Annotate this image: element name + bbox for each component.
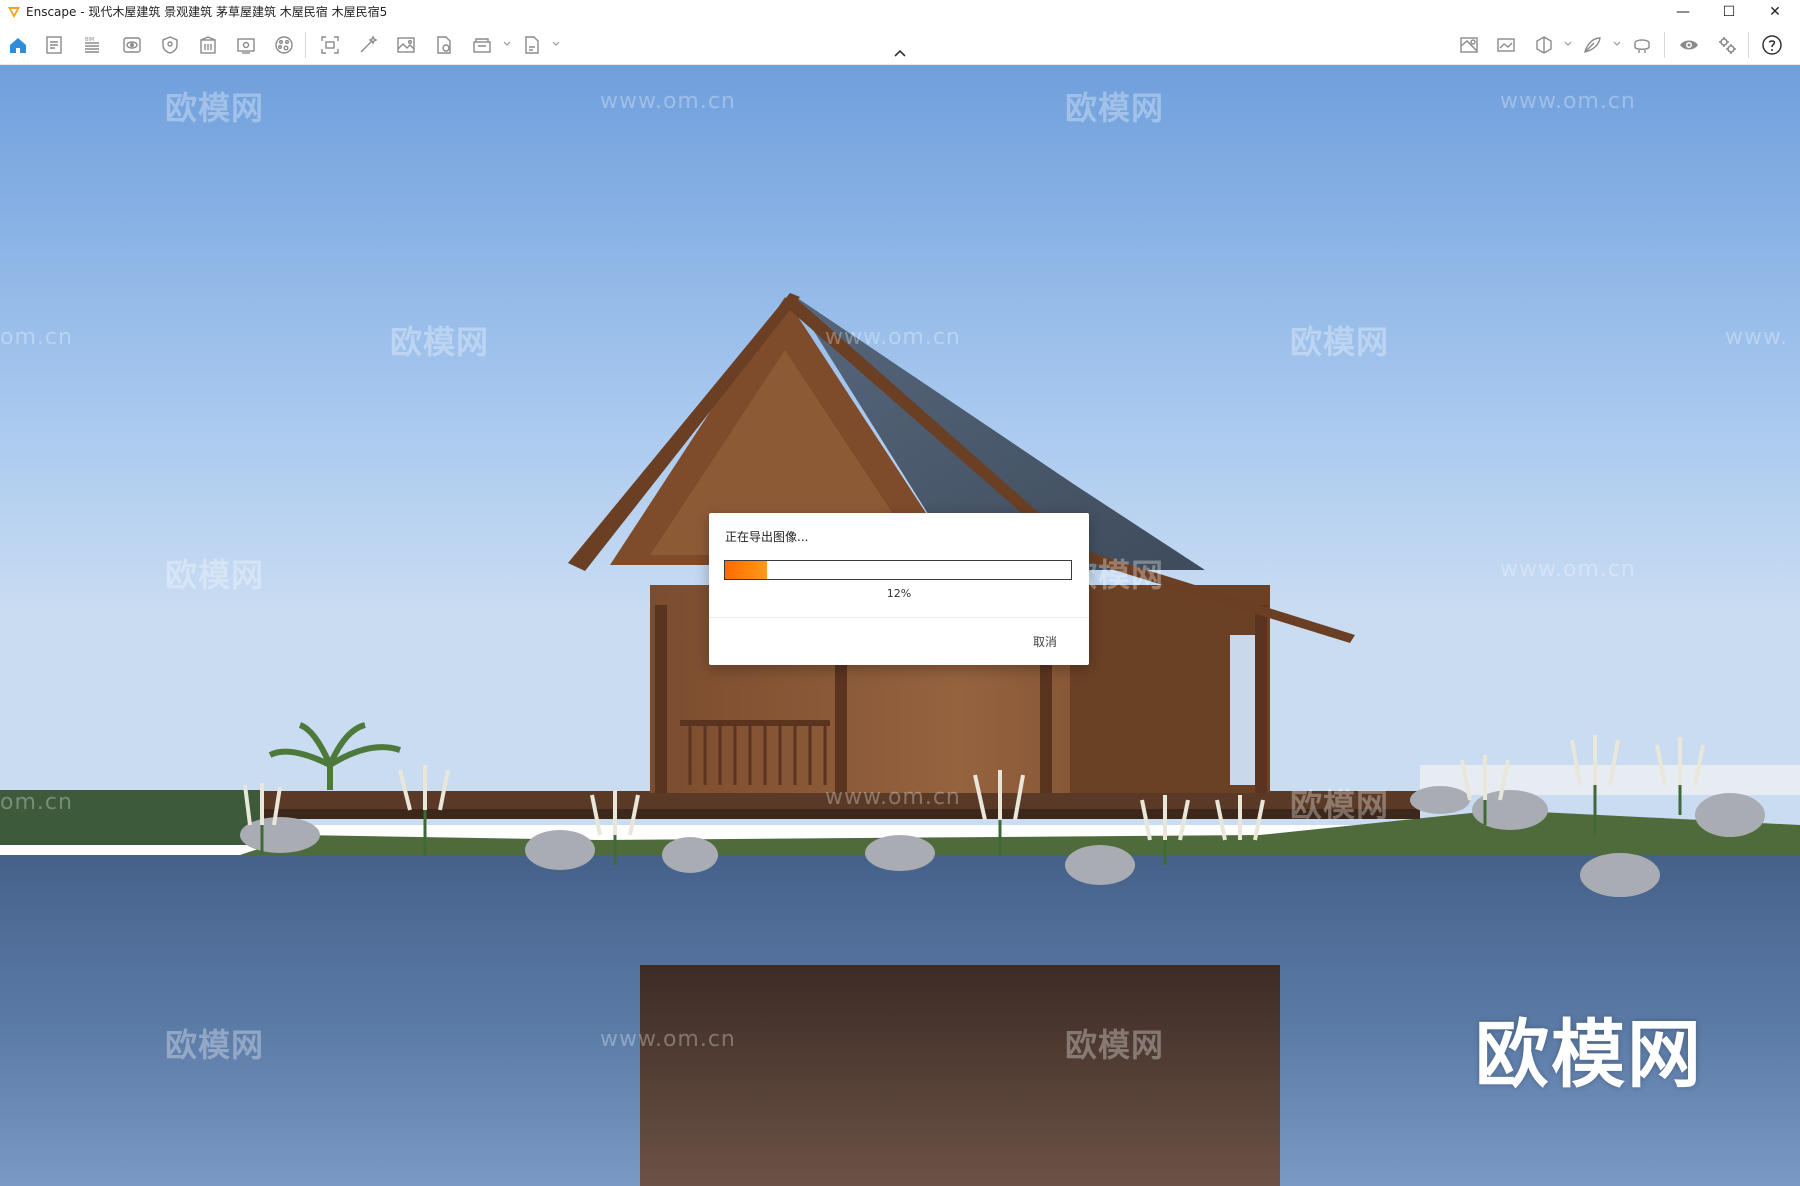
image-icon — [397, 37, 415, 53]
eye-view-icon — [123, 37, 141, 53]
document-icon — [46, 36, 62, 54]
watermark: 欧模网 — [1290, 323, 1390, 361]
bim-icon: BIM — [85, 37, 99, 53]
watermark: 欧模网 — [1290, 786, 1390, 824]
landscape-button[interactable] — [1494, 33, 1518, 57]
help-button[interactable] — [1760, 33, 1784, 57]
feather-icon — [1584, 37, 1601, 53]
watermark: 欧模网 — [165, 1026, 265, 1064]
close-button[interactable]: ✕ — [1752, 0, 1798, 24]
toolbar-divider — [305, 32, 306, 58]
image-button[interactable] — [394, 33, 418, 57]
home-icon — [10, 38, 26, 53]
building-button[interactable] — [196, 33, 220, 57]
feather-button[interactable] — [1580, 33, 1604, 57]
eye-view-button[interactable] — [120, 33, 144, 57]
title-bar: Enscape - 现代木屋建筑 景观建筑 茅草屋建筑 木屋民宿 木屋民宿5 —… — [0, 0, 1800, 24]
export-status-message: 正在导出图像... — [725, 530, 809, 544]
progress-percent-label: 12% — [886, 587, 912, 600]
watermark-url: www.om.cn — [825, 785, 961, 810]
batch-render-icon — [473, 38, 491, 53]
help-icon — [1762, 35, 1782, 55]
settings-button[interactable] — [1715, 33, 1739, 57]
landscape-icon — [1497, 38, 1515, 52]
chevron-down-icon[interactable] — [502, 38, 512, 50]
screenshot-icon — [321, 36, 339, 54]
shield-button[interactable] — [158, 33, 182, 57]
enscape-logo-icon — [8, 7, 20, 18]
palette-button[interactable] — [272, 33, 296, 57]
export-file-button[interactable] — [432, 33, 456, 57]
vr-headset-icon — [1634, 39, 1650, 53]
watermark-url: www.om.cn — [600, 89, 736, 114]
progress-fill — [725, 561, 767, 579]
watermark-url: www. — [1725, 325, 1788, 350]
magic-wand-button[interactable] — [356, 33, 380, 57]
svg-text:BIM: BIM — [85, 37, 94, 43]
map-photo-icon — [1460, 37, 1478, 53]
shield-icon — [162, 36, 178, 54]
watermark: 欧模网 — [1065, 1026, 1165, 1064]
watermark-url: www.om.cn — [1500, 557, 1636, 582]
toolbar-divider — [1748, 32, 1749, 58]
close-icon: ✕ — [1769, 4, 1781, 20]
export-progress-dialog: 正在导出图像... 12% 取消 — [709, 513, 1089, 665]
watermark-url: www.om.cn — [600, 1027, 736, 1052]
toolbar-divider — [1664, 32, 1665, 58]
export-document-icon — [525, 36, 539, 54]
screenshot-button[interactable] — [318, 33, 342, 57]
export-progress-bar — [724, 560, 1072, 580]
settings-icon — [1719, 37, 1736, 54]
bim-button[interactable]: BIM — [80, 33, 104, 57]
watermark-url: om.cn — [0, 790, 73, 815]
home-button[interactable] — [6, 33, 30, 57]
dialog-divider — [709, 617, 1089, 618]
export-file-icon — [437, 36, 451, 54]
minimize-icon: — — [1676, 4, 1690, 20]
brand-logo-watermark: 欧模网 — [1475, 1012, 1703, 1098]
minimize-button[interactable]: — — [1660, 0, 1706, 24]
maximize-button[interactable]: ☐ — [1706, 0, 1752, 24]
visibility-icon — [1680, 40, 1698, 50]
batch-render-button[interactable] — [470, 33, 494, 57]
cube-button[interactable] — [1532, 33, 1556, 57]
watermark: 欧模网 — [165, 556, 265, 594]
maximize-icon: ☐ — [1722, 4, 1736, 20]
magic-wand-icon — [360, 35, 378, 53]
chevron-down-icon[interactable] — [1612, 38, 1622, 50]
watermark: 欧模网 — [1065, 89, 1165, 127]
map-photo-button[interactable] — [1457, 33, 1481, 57]
watermark: 欧模网 — [165, 89, 265, 127]
document-button[interactable] — [42, 33, 66, 57]
watermark: 欧模网 — [390, 323, 490, 361]
export-document-button[interactable] — [520, 33, 544, 57]
building-icon — [200, 36, 216, 54]
monitor-button[interactable] — [234, 33, 258, 57]
chevron-down-icon[interactable] — [551, 38, 561, 50]
window-title: Enscape - 现代木屋建筑 景观建筑 茅草屋建筑 木屋民宿 木屋民宿5 — [26, 5, 388, 19]
chevron-down-icon[interactable] — [1563, 38, 1573, 50]
chevron-up-icon — [894, 49, 906, 57]
watermark-url: www.om.cn — [825, 325, 961, 350]
monitor-icon — [237, 38, 255, 54]
cube-icon — [1536, 36, 1552, 54]
collapse-toolbar-button[interactable] — [890, 44, 910, 62]
palette-icon — [275, 36, 293, 54]
visibility-button[interactable] — [1677, 33, 1701, 57]
watermark-url: www.om.cn — [1500, 89, 1636, 114]
cancel-button[interactable]: 取消 — [1015, 630, 1075, 654]
vr-headset-button[interactable] — [1630, 33, 1654, 57]
watermark-url: om.cn — [0, 325, 73, 350]
